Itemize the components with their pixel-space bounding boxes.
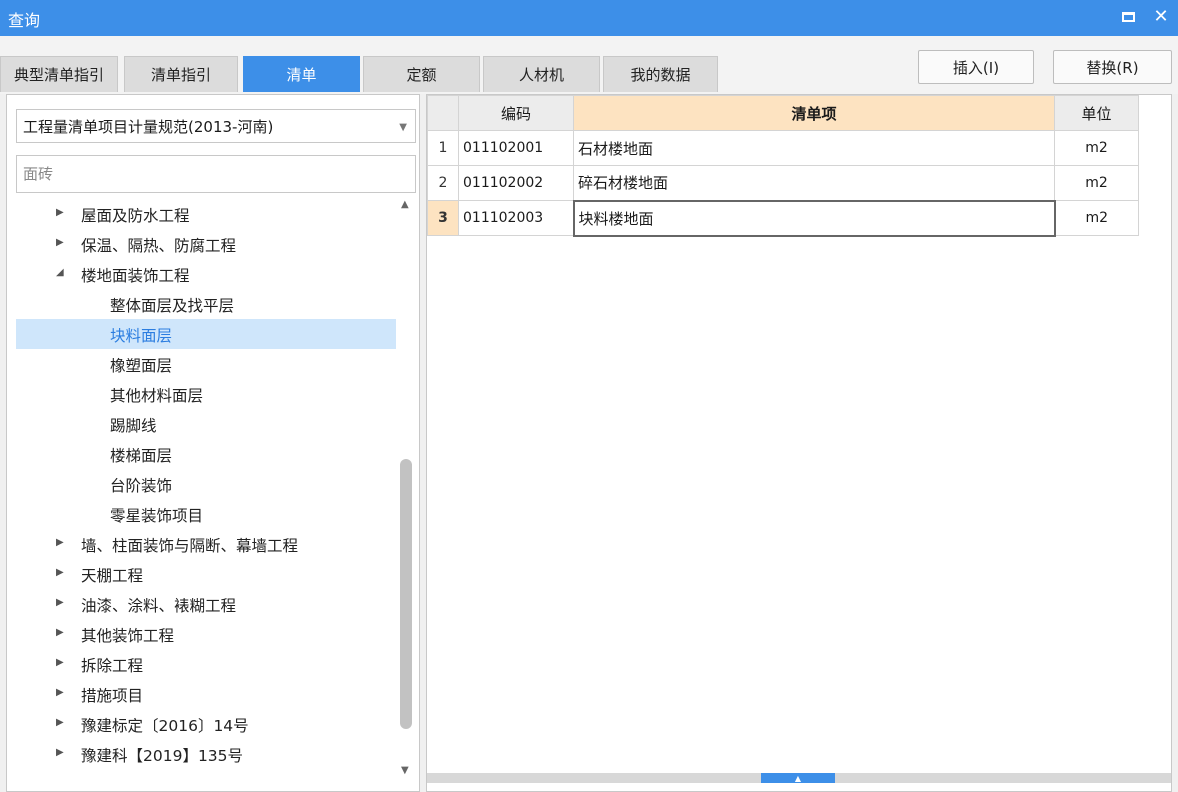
tree-item-misc-decoration[interactable]: 零星装饰项目 bbox=[16, 499, 396, 529]
expand-arrow-icon[interactable]: ▶ bbox=[56, 747, 64, 758]
row-number: 2 bbox=[427, 165, 459, 201]
tab-bar: 典型清单指引 清单指引 清单 定额 人材机 我的数据 插入(I) 替换(R) bbox=[0, 36, 1178, 94]
chevron-down-icon: ▼ bbox=[399, 122, 407, 133]
unit-cell[interactable]: m2 bbox=[1054, 130, 1139, 166]
tree-item-integral-surface[interactable]: 整体面层及找平层 bbox=[16, 289, 396, 319]
tree-item-label: 豫建标定〔2016〕14号 bbox=[81, 717, 249, 735]
scroll-thumb[interactable] bbox=[400, 459, 412, 729]
tree-item-other-decoration[interactable]: ▶ 其他装饰工程 bbox=[16, 619, 396, 649]
tree-item-label: 天棚工程 bbox=[81, 567, 144, 585]
tree-item-insulation[interactable]: ▶ 保温、隔热、防腐工程 bbox=[16, 229, 396, 259]
tab-my-data[interactable]: 我的数据 bbox=[603, 56, 718, 92]
tree-item-label: 保温、隔热、防腐工程 bbox=[81, 237, 237, 255]
tree-item-label: 台阶装饰 bbox=[110, 477, 173, 495]
window-title: 查询 bbox=[8, 11, 41, 30]
tree-item-wall-column[interactable]: ▶ 墙、柱面装饰与隔断、幕墙工程 bbox=[16, 529, 396, 559]
tree-item-rubber-plastic-surface[interactable]: 橡塑面层 bbox=[16, 349, 396, 379]
tree-item-label: 措施项目 bbox=[81, 687, 144, 705]
close-icon: ✕ bbox=[1153, 6, 1169, 27]
tab-list[interactable]: 清单 bbox=[243, 56, 360, 92]
table-row[interactable]: 1 011102001 石材楼地面 m2 bbox=[427, 130, 1139, 166]
tree-item-label: 橡塑面层 bbox=[110, 357, 173, 375]
maximize-icon bbox=[1121, 12, 1135, 22]
item-column-header[interactable]: 清单项 bbox=[573, 95, 1055, 131]
item-cell[interactable]: 碎石材楼地面 bbox=[573, 165, 1055, 201]
tree-item-label: 楼梯面层 bbox=[110, 447, 173, 465]
expand-arrow-icon[interactable]: ▶ bbox=[56, 597, 64, 608]
tab-quota[interactable]: 定额 bbox=[363, 56, 480, 92]
expand-arrow-icon[interactable]: ▶ bbox=[56, 237, 64, 248]
code-cell[interactable]: 011102003 bbox=[458, 200, 574, 236]
collapse-arrow-icon[interactable]: ◢ bbox=[56, 267, 64, 278]
unit-cell[interactable]: m2 bbox=[1054, 200, 1139, 236]
expand-arrow-icon[interactable]: ▶ bbox=[56, 537, 64, 548]
tab-labor-material-machine[interactable]: 人材机 bbox=[483, 56, 600, 92]
tree-item-measures[interactable]: ▶ 措施项目 bbox=[16, 679, 396, 709]
tree-item-label: 块料面层 bbox=[110, 327, 173, 345]
tree-item-ceiling[interactable]: ▶ 天棚工程 bbox=[16, 559, 396, 589]
unit-cell[interactable]: m2 bbox=[1054, 165, 1139, 201]
tree-scrollbar[interactable]: ▲ ▼ bbox=[397, 199, 415, 791]
scroll-up-icon[interactable]: ▲ bbox=[401, 199, 409, 210]
insert-button[interactable]: 插入(I) bbox=[918, 50, 1034, 84]
tab-typical-list-guide[interactable]: 典型清单指引 bbox=[0, 56, 118, 92]
expand-arrow-icon[interactable]: ▶ bbox=[56, 717, 64, 728]
tree-item-label: 墙、柱面装饰与隔断、幕墙工程 bbox=[81, 537, 299, 555]
item-cell[interactable]: 块料楼地面 bbox=[572, 199, 1056, 237]
item-cell[interactable]: 石材楼地面 bbox=[573, 130, 1055, 166]
tree-item-henan-tech-2019[interactable]: ▶ 豫建科【2019】135号 bbox=[16, 739, 396, 769]
tree-item-label: 油漆、涂料、裱糊工程 bbox=[81, 597, 237, 615]
tree-item-floor-decoration[interactable]: ◢ 楼地面装饰工程 bbox=[16, 259, 396, 289]
row-number: 3 bbox=[427, 200, 459, 236]
tree-item-label: 屋面及防水工程 bbox=[81, 207, 190, 225]
chevron-up-icon[interactable]: ▲ bbox=[761, 773, 835, 783]
expand-arrow-icon[interactable]: ▶ bbox=[56, 657, 64, 668]
expand-arrow-icon[interactable]: ▶ bbox=[56, 627, 64, 638]
tree-item-skirting[interactable]: 踢脚线 bbox=[16, 409, 396, 439]
tree-item-label: 整体面层及找平层 bbox=[110, 297, 235, 315]
tree-item-label: 豫建科【2019】135号 bbox=[81, 747, 244, 765]
tree-item-block-surface[interactable]: 块料面层 bbox=[16, 319, 396, 349]
code-cell[interactable]: 011102001 bbox=[458, 130, 574, 166]
tree-item-other-material-surface[interactable]: 其他材料面层 bbox=[16, 379, 396, 409]
tree-item-stair-surface[interactable]: 楼梯面层 bbox=[16, 439, 396, 469]
expand-arrow-icon[interactable]: ▶ bbox=[56, 687, 64, 698]
tree-item-roofing-waterproofing[interactable]: ▶ 屋面及防水工程 bbox=[16, 199, 396, 229]
tree-item-henan-standard-2016[interactable]: ▶ 豫建标定〔2016〕14号 bbox=[16, 709, 396, 739]
tree-item-label: 其他装饰工程 bbox=[81, 627, 175, 645]
unit-column-header[interactable]: 单位 bbox=[1054, 95, 1139, 131]
left-panel: 工程量清单项目计量规范(2013-河南) ▼ ▶ 屋面及防水工程 ▶ 保温、隔热… bbox=[6, 94, 420, 792]
scroll-down-icon[interactable]: ▼ bbox=[401, 765, 409, 776]
expand-arrow-icon[interactable]: ▶ bbox=[56, 567, 64, 578]
row-number: 1 bbox=[427, 130, 459, 166]
list-grid-panel: 编码 清单项 单位 1 011102001 石材楼地面 m2 2 0111020… bbox=[426, 94, 1172, 792]
expand-arrow-icon[interactable]: ▶ bbox=[56, 207, 64, 218]
tree-item-demolition[interactable]: ▶ 拆除工程 bbox=[16, 649, 396, 679]
list-grid: 编码 清单项 单位 1 011102001 石材楼地面 m2 2 0111020… bbox=[427, 95, 1139, 237]
title-bar: 查询 ✕ bbox=[0, 0, 1178, 36]
tree-item-step-decoration[interactable]: 台阶装饰 bbox=[16, 469, 396, 499]
tab-list-guide[interactable]: 清单指引 bbox=[124, 56, 238, 92]
maximize-button[interactable] bbox=[1117, 6, 1139, 28]
grid-scrollbar[interactable]: ▲ bbox=[427, 773, 1171, 783]
grid-header-row: 编码 清单项 单位 bbox=[427, 95, 1139, 131]
spec-select-value: 工程量清单项目计量规范(2013-河南) bbox=[23, 117, 274, 136]
code-cell[interactable]: 011102002 bbox=[458, 165, 574, 201]
tree-item-label: 拆除工程 bbox=[81, 657, 144, 675]
tree-item-label: 其他材料面层 bbox=[110, 387, 204, 405]
tree-item-paint-coating[interactable]: ▶ 油漆、涂料、裱糊工程 bbox=[16, 589, 396, 619]
table-row[interactable]: 3 011102003 块料楼地面 m2 bbox=[427, 199, 1139, 237]
table-row[interactable]: 2 011102002 碎石材楼地面 m2 bbox=[427, 165, 1139, 201]
tree-item-label: 楼地面装饰工程 bbox=[81, 267, 190, 285]
row-number-header bbox=[427, 95, 459, 131]
search-input[interactable] bbox=[16, 155, 416, 193]
code-column-header[interactable]: 编码 bbox=[458, 95, 574, 131]
replace-button[interactable]: 替换(R) bbox=[1053, 50, 1172, 84]
tree-item-label: 零星装饰项目 bbox=[110, 507, 204, 525]
tree-item-label: 踢脚线 bbox=[110, 417, 157, 435]
spec-select[interactable]: 工程量清单项目计量规范(2013-河南) ▼ bbox=[16, 109, 416, 143]
close-button[interactable]: ✕ bbox=[1150, 6, 1172, 28]
